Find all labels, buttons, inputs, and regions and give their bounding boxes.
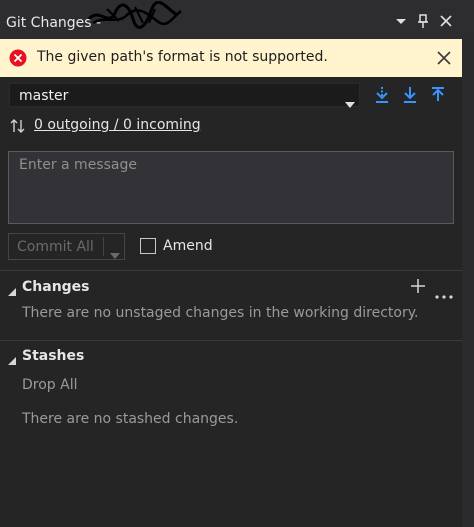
commit-all-button[interactable]: Commit All (8, 233, 125, 260)
chevron-down-icon[interactable] (393, 13, 409, 29)
commit-split-divider (103, 237, 104, 256)
section-divider (0, 270, 474, 271)
chevron-down-icon (345, 93, 355, 112)
commit-all-label: Commit All (17, 239, 94, 255)
drop-all-button[interactable]: Drop All (22, 377, 78, 393)
section-divider (0, 340, 474, 341)
scrollbar[interactable] (462, 39, 474, 527)
amend-checkbox[interactable] (140, 238, 156, 254)
fetch-icon[interactable] (374, 86, 390, 108)
pin-icon[interactable] (415, 13, 431, 29)
error-banner: The given path's format is not supported… (0, 39, 462, 77)
changes-empty-text: There are no unstaged changes in the wor… (22, 305, 419, 321)
amend-label: Amend (163, 238, 213, 254)
changes-title[interactable]: Changes (22, 279, 90, 295)
commit-message-placeholder: Enter a message (19, 157, 137, 173)
redaction-scribble (87, 1, 182, 29)
outgoing-incoming-link[interactable]: 0 outgoing / 0 incoming (34, 117, 201, 133)
collapse-triangle-icon[interactable] (7, 351, 17, 370)
stashes-empty-text: There are no stashed changes. (22, 411, 239, 427)
more-icon[interactable] (435, 284, 453, 303)
sync-arrows-icon (10, 118, 26, 138)
close-icon[interactable] (438, 13, 454, 29)
chevron-down-icon[interactable] (110, 244, 120, 263)
title-bar: Git Changes - (0, 0, 474, 39)
push-icon[interactable] (430, 86, 446, 108)
error-message: The given path's format is not supported… (37, 49, 328, 65)
commit-message-input[interactable]: Enter a message (8, 151, 454, 224)
collapse-triangle-icon[interactable] (7, 282, 17, 301)
stashes-title[interactable]: Stashes (22, 348, 84, 364)
plus-icon[interactable] (410, 278, 426, 298)
banner-close-icon[interactable] (437, 50, 451, 69)
error-icon (9, 49, 27, 71)
branch-dropdown[interactable]: master (9, 83, 360, 108)
branch-name: master (19, 88, 69, 104)
pull-icon[interactable] (402, 86, 418, 108)
